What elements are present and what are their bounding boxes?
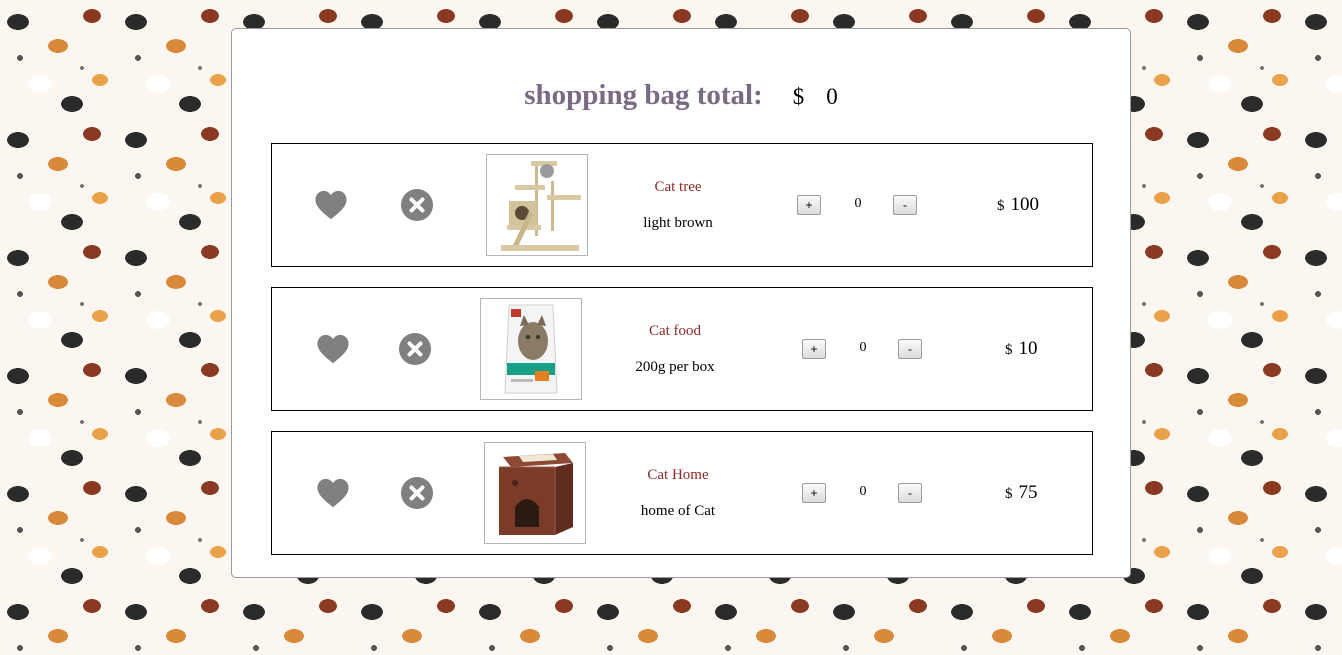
product-name[interactable]: Cat Home bbox=[598, 467, 758, 484]
item-price: $10 bbox=[1005, 338, 1038, 360]
shopping-bag-total: shopping bag total: $ 0 bbox=[232, 79, 1130, 112]
remove-icon[interactable] bbox=[401, 477, 433, 509]
heart-icon[interactable] bbox=[314, 189, 348, 221]
remove-icon[interactable] bbox=[399, 333, 431, 365]
price-currency: $ bbox=[1005, 342, 1013, 358]
product-image-cat-home[interactable] bbox=[484, 442, 586, 544]
increase-quantity-button[interactable]: + bbox=[802, 339, 826, 359]
decrease-quantity-button[interactable]: - bbox=[898, 339, 922, 359]
price-currency: $ bbox=[997, 198, 1005, 214]
total-label: shopping bag total: bbox=[524, 79, 763, 111]
cart-item-cat-tree: Cat tree light brown + 0 - $100 bbox=[271, 143, 1093, 267]
heart-icon[interactable] bbox=[316, 477, 350, 509]
quantity-value: 0 bbox=[859, 340, 867, 355]
increase-quantity-button[interactable]: + bbox=[797, 195, 821, 215]
increase-quantity-button[interactable]: + bbox=[802, 483, 826, 503]
heart-icon[interactable] bbox=[316, 333, 350, 365]
cart-item-cat-home: Cat Home home of Cat + 0 - $75 bbox=[271, 431, 1093, 555]
price-currency: $ bbox=[1005, 486, 1013, 502]
product-image-cat-tree[interactable] bbox=[486, 154, 588, 256]
decrease-quantity-button[interactable]: - bbox=[893, 195, 917, 215]
product-description: light brown bbox=[643, 215, 713, 231]
total-value: 0 bbox=[826, 84, 838, 109]
decrease-quantity-button[interactable]: - bbox=[898, 483, 922, 503]
item-price: $75 bbox=[1005, 482, 1038, 504]
cart-item-cat-food: Cat food 200g per box + 0 - $10 bbox=[271, 287, 1093, 411]
quantity-value: 0 bbox=[859, 484, 867, 499]
shopping-bag-panel: shopping bag total: $ 0 Cat tree light b… bbox=[231, 28, 1131, 578]
item-price: $100 bbox=[997, 194, 1039, 216]
product-name[interactable]: Cat tree bbox=[598, 179, 758, 196]
price-value: 100 bbox=[1010, 194, 1040, 215]
total-currency: $ bbox=[792, 84, 805, 109]
product-image-cat-food[interactable] bbox=[480, 298, 582, 400]
remove-icon[interactable] bbox=[401, 189, 433, 221]
product-description: home of Cat bbox=[640, 503, 716, 519]
quantity-value: 0 bbox=[854, 196, 862, 211]
product-description: 200g per box bbox=[635, 359, 715, 375]
price-value: 10 bbox=[1018, 338, 1038, 359]
price-value: 75 bbox=[1018, 482, 1038, 503]
product-name[interactable]: Cat food bbox=[595, 323, 755, 340]
